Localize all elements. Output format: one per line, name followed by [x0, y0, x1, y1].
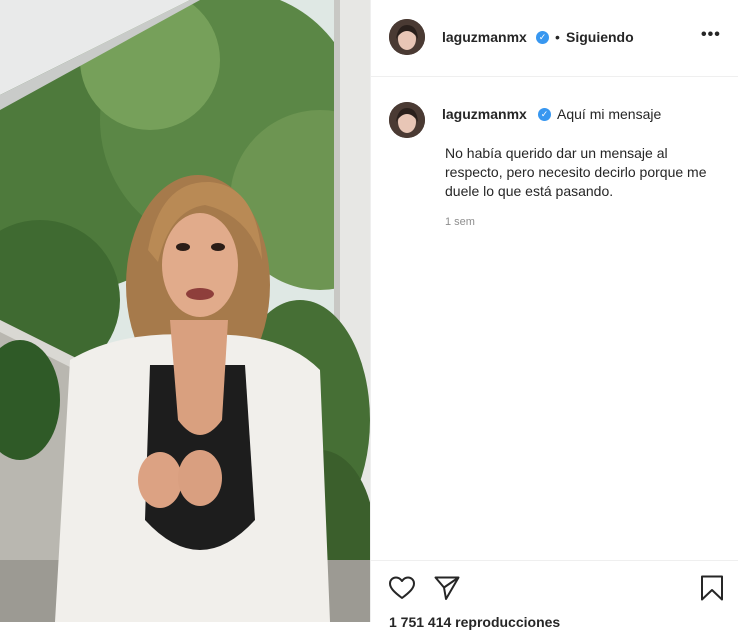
- heart-icon: [389, 576, 415, 599]
- post-video[interactable]: [0, 0, 370, 622]
- caption-body: No había querido dar un mensaje al respe…: [445, 145, 707, 199]
- verified-badge-icon: ✓: [538, 108, 551, 121]
- views-count[interactable]: 1 751 414 reproducciones: [389, 614, 560, 630]
- following-button[interactable]: Siguiendo: [566, 29, 634, 45]
- timestamp[interactable]: 1 sem: [445, 216, 475, 228]
- caption-avatar[interactable]: [389, 102, 425, 138]
- bookmark-icon: [701, 575, 723, 601]
- post-details-panel: laguzmanmx ✓ • Siguiendo ••• laguzmanmx …: [370, 0, 738, 630]
- like-button[interactable]: [388, 574, 416, 602]
- avatar-image: [389, 102, 425, 138]
- separator-dot: •: [555, 29, 560, 45]
- caption-username[interactable]: laguzmanmx: [442, 106, 527, 122]
- action-bar: 1 751 414 reproducciones: [371, 560, 738, 630]
- verified-badge-icon: ✓: [536, 31, 549, 44]
- paper-plane-icon: [434, 576, 460, 600]
- more-options-icon[interactable]: •••: [701, 26, 721, 44]
- caption-title: Aquí mi mensaje: [557, 106, 662, 122]
- share-button[interactable]: [433, 574, 461, 602]
- post-header: laguzmanmx ✓ • Siguiendo •••: [371, 0, 738, 77]
- avatar-image: [389, 19, 425, 55]
- video-frame-illustration: [0, 0, 370, 622]
- header-username[interactable]: laguzmanmx: [442, 29, 527, 45]
- avatar[interactable]: [389, 19, 425, 55]
- save-button[interactable]: [698, 574, 726, 602]
